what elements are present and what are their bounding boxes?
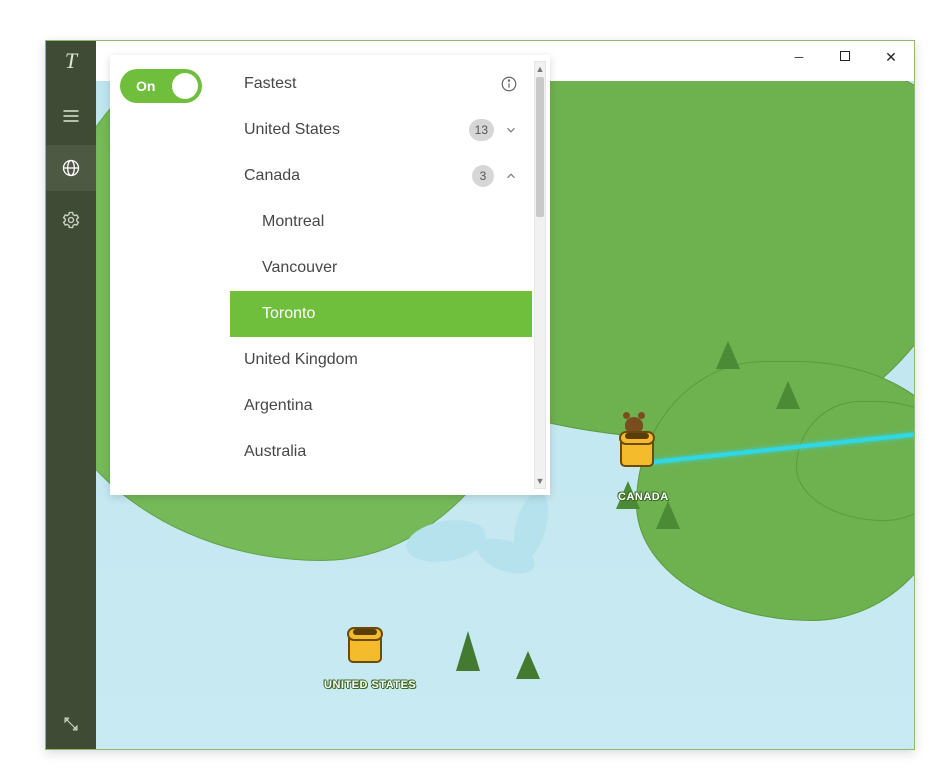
gear-icon [61,210,81,230]
location-panel: On Fastest United States 13 C [110,55,550,495]
window-minimize-button[interactable]: ─ [776,41,822,73]
location-item-australia[interactable]: Australia [230,429,532,475]
app-logo: T [46,41,96,81]
location-city-montreal[interactable]: Montreal [230,199,532,245]
collapse-icon [63,716,79,732]
menu-button[interactable] [46,93,96,139]
window-close-button[interactable]: ✕ [868,41,914,73]
location-item-argentina[interactable]: Argentina [230,383,532,429]
sidebar-collapse-button[interactable] [46,709,96,739]
hamburger-icon [61,106,81,126]
location-label: Toronto [262,305,315,323]
tree-icon [516,651,540,679]
tree-icon [456,631,480,671]
window-maximize-button[interactable] [822,41,868,73]
sidebar-item-settings[interactable] [46,197,96,243]
location-label: United States [244,121,340,139]
scroll-down-button[interactable]: ▼ [535,474,545,488]
map-tunnel-us[interactable] [344,633,386,663]
location-list: Fastest United States 13 Canada 3 [230,61,532,489]
server-count-badge: 3 [472,165,494,187]
honeypot-icon [620,437,654,467]
globe-icon [61,158,81,178]
tree-icon [716,341,740,369]
sidebar: T [46,41,96,749]
map-country-label: UNITED STATES [324,679,416,691]
tree-icon [776,381,800,409]
location-label: Canada [244,167,300,185]
map-lake [507,488,554,563]
location-label: Fastest [244,75,296,93]
toggle-knob [172,73,198,99]
chevron-up-icon [504,169,518,183]
server-count-badge: 13 [469,119,494,141]
location-item-united-kingdom[interactable]: United Kingdom [230,337,532,383]
vpn-toggle-label: On [136,78,155,94]
location-label: Vancouver [262,259,337,277]
vpn-toggle[interactable]: On [120,69,202,103]
location-item-fastest[interactable]: Fastest [230,61,532,107]
location-label: Argentina [244,397,313,415]
tree-icon [656,501,680,529]
map-country-label: CANADA [618,491,669,503]
info-icon[interactable] [500,75,518,93]
honeypot-icon [348,633,382,663]
scroll-thumb[interactable] [536,77,544,217]
location-city-toronto[interactable]: Toronto [230,291,532,337]
location-item-united-states[interactable]: United States 13 [230,107,532,153]
location-city-vancouver[interactable]: Vancouver [230,245,532,291]
map-tunnel-canada[interactable] [616,437,658,467]
location-label: Montreal [262,213,324,231]
sidebar-item-locations[interactable] [46,145,96,191]
location-label: Australia [244,443,306,461]
scroll-up-button[interactable]: ▲ [535,62,545,76]
app-window: ─ ✕ T [45,40,915,750]
location-label: United Kingdom [244,351,358,369]
chevron-down-icon [504,123,518,137]
location-item-canada[interactable]: Canada 3 [230,153,532,199]
scrollbar[interactable]: ▲ ▼ [534,61,546,489]
